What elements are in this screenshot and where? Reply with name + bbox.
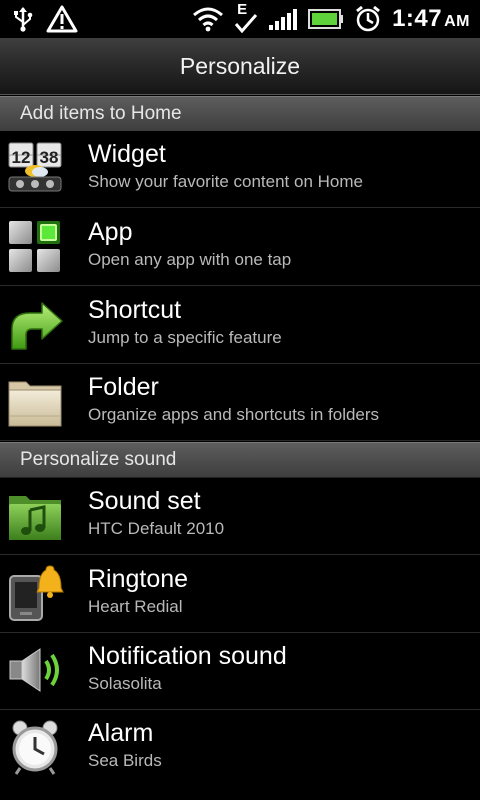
status-bar: E 1:47 AM xyxy=(0,0,480,38)
item-title: Sound set xyxy=(88,487,201,515)
item-subtitle: Show your favorite content on Home xyxy=(88,172,363,191)
list-item-sound-set[interactable]: Sound set HTC Default 2010 xyxy=(0,478,480,555)
item-title: Notification sound xyxy=(88,642,287,670)
list-item-widget[interactable]: 12 38 Widget Show your favorite content … xyxy=(0,131,480,208)
wifi-icon xyxy=(192,6,224,32)
list-item-notification-sound[interactable]: Notification sound Solasolita xyxy=(0,633,480,710)
svg-text:12: 12 xyxy=(12,148,31,167)
usb-icon xyxy=(12,6,34,32)
warning-icon xyxy=(46,5,78,33)
signal-icon xyxy=(268,7,298,31)
item-subtitle: Sea Birds xyxy=(88,751,162,770)
clock-ampm: AM xyxy=(444,13,470,30)
item-subtitle: Solasolita xyxy=(88,674,162,693)
section-header-add-items: Add items to Home xyxy=(0,96,480,132)
alarm-clock-icon xyxy=(6,718,64,776)
network-indicator: E xyxy=(234,1,258,35)
list-item-app[interactable]: App Open any app with one tap xyxy=(0,209,480,286)
page-title: Personalize xyxy=(179,52,301,79)
music-folder-icon xyxy=(6,486,64,544)
speaker-icon xyxy=(6,641,64,699)
shortcut-arrow-icon xyxy=(6,295,64,353)
alarm-clock-icon xyxy=(354,5,382,33)
item-subtitle: Heart Redial xyxy=(88,597,183,616)
ringtone-bell-icon xyxy=(6,564,64,622)
item-title: Ringtone xyxy=(88,565,189,593)
list-item-ringtone[interactable]: Ringtone Heart Redial xyxy=(0,556,480,633)
data-arrows-icon xyxy=(234,14,258,34)
title-bar: Personalize xyxy=(0,38,480,95)
item-subtitle: Organize apps and shortcuts in folders xyxy=(88,405,380,424)
list-item-shortcut[interactable]: Shortcut Jump to a specific feature xyxy=(0,287,480,364)
svg-text:38: 38 xyxy=(40,148,59,167)
widget-icon: 12 38 xyxy=(6,139,64,197)
item-title: Alarm xyxy=(88,719,154,747)
section-header-personalize-sound: Personalize sound xyxy=(0,442,480,478)
list-item-alarm[interactable]: Alarm Sea Birds xyxy=(0,710,480,786)
item-title: App xyxy=(88,218,133,246)
folder-icon xyxy=(6,372,64,430)
app-grid-icon xyxy=(6,217,64,275)
battery-icon xyxy=(308,8,344,30)
section-title: Personalize sound xyxy=(20,449,177,470)
item-subtitle: HTC Default 2010 xyxy=(88,519,225,538)
item-subtitle: Jump to a specific feature xyxy=(88,328,282,347)
item-title: Folder xyxy=(88,373,159,401)
clock: 1:47 AM xyxy=(392,5,470,33)
list-item-folder[interactable]: Folder Organize apps and shortcuts in fo… xyxy=(0,364,480,441)
item-title: Widget xyxy=(88,140,166,168)
section-title: Add items to Home xyxy=(20,103,182,124)
item-subtitle: Open any app with one tap xyxy=(88,250,292,269)
clock-time: 1:47 xyxy=(392,5,443,32)
item-title: Shortcut xyxy=(88,296,182,324)
